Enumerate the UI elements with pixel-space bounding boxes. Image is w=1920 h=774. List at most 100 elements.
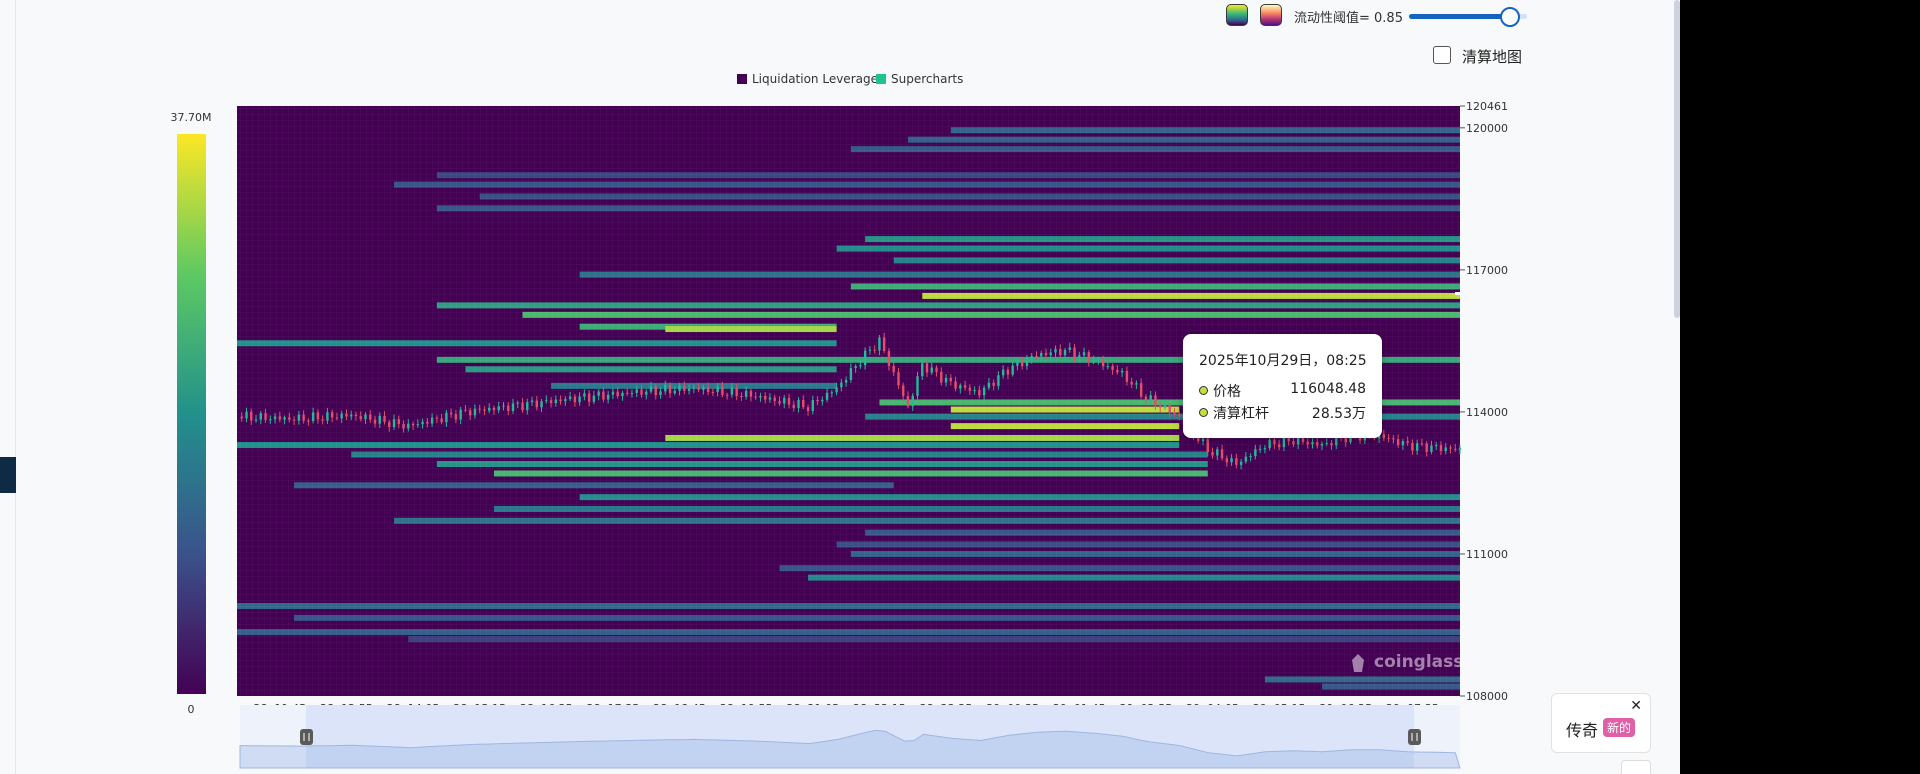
scroller-right-handle[interactable]	[1408, 729, 1421, 745]
candle-body	[702, 387, 705, 390]
candle-body	[1201, 439, 1205, 442]
candle-body	[311, 412, 315, 421]
candle-body	[621, 392, 624, 397]
candle-body	[1396, 439, 1400, 446]
candle-body	[392, 419, 396, 428]
legend-label-liquidation: Liquidation Leverage	[752, 72, 878, 86]
candle-body	[278, 416, 282, 420]
y-tick-label: 120461	[1466, 100, 1508, 113]
candle-body	[683, 385, 686, 391]
candle-body	[1059, 348, 1062, 356]
candle-body	[692, 387, 696, 389]
candle-body	[288, 417, 291, 420]
candle-body	[635, 389, 638, 393]
candle-body	[1087, 352, 1091, 362]
candle-body	[764, 395, 767, 400]
candle-body	[464, 409, 467, 411]
candle-body	[1125, 370, 1129, 382]
candle-body	[816, 400, 819, 402]
candle-body	[378, 415, 381, 424]
candle-body	[1273, 439, 1276, 445]
candle-body	[554, 399, 558, 404]
candle-body	[383, 415, 386, 422]
legend-feature-widget[interactable]: ✕ 传奇 新的	[1551, 693, 1651, 753]
candle-body	[1425, 443, 1428, 452]
candle-body	[687, 388, 691, 391]
candle-body	[997, 375, 1000, 386]
candle-body	[426, 421, 429, 424]
candle-body	[835, 387, 838, 393]
candle-body	[488, 407, 491, 411]
candle-body	[645, 391, 648, 395]
candle-body	[1154, 395, 1157, 406]
candle-body	[954, 381, 957, 389]
candle-body	[806, 407, 810, 412]
candle-body	[1082, 352, 1086, 356]
candle-body	[906, 396, 910, 407]
legend-swatch-supercharts[interactable]	[876, 74, 886, 84]
candle-body	[673, 390, 677, 394]
candle-body	[1139, 383, 1143, 397]
candle-body	[1149, 395, 1152, 400]
close-icon[interactable]: ✕	[1630, 698, 1642, 714]
legend-swatch-liquidation[interactable]	[737, 74, 747, 84]
time-range-scroller[interactable]	[239, 705, 1461, 769]
candle-body	[416, 424, 420, 426]
chart-legend: Liquidation Leverage Supercharts	[737, 72, 963, 86]
candle-body	[1106, 366, 1110, 368]
tooltip-price-label: 价格	[1213, 384, 1241, 400]
candle-body	[711, 392, 715, 394]
candle-body	[640, 389, 643, 395]
tooltip-leverage-dot-icon	[1199, 408, 1208, 417]
candle-body	[678, 385, 681, 391]
candle-body	[630, 392, 634, 394]
candle-body	[1263, 448, 1267, 450]
candle-body	[1211, 452, 1214, 456]
candle-body	[973, 390, 976, 392]
candle-body	[1044, 353, 1048, 356]
candle-body	[1178, 413, 1181, 417]
candle-body	[1030, 355, 1033, 360]
candle-body	[1325, 443, 1328, 445]
candle-body	[388, 421, 391, 428]
y-tick-label: 120000	[1466, 122, 1508, 135]
tooltip-leverage-value: 28.53万	[1311, 406, 1366, 422]
colorbar-gradient[interactable]	[177, 134, 206, 694]
candle-body	[1001, 369, 1005, 376]
candle-body	[1439, 445, 1443, 452]
candle-body	[873, 349, 876, 351]
candle-body	[1249, 455, 1252, 457]
candle-body	[916, 376, 919, 396]
candle-body	[1230, 458, 1233, 463]
candle-body	[549, 400, 553, 404]
candle-body	[911, 395, 914, 407]
candle-body	[483, 409, 486, 411]
candle-body	[1163, 405, 1167, 408]
candle-body	[316, 412, 320, 420]
scroller-left-handle[interactable]	[300, 729, 313, 745]
candle-body	[321, 419, 324, 421]
candle-body	[421, 421, 424, 425]
candle-body	[978, 390, 981, 396]
candle-body	[540, 401, 543, 408]
candle-body	[987, 382, 991, 388]
corner-tab[interactable]	[1621, 760, 1651, 774]
scroller-right-handle-grip[interactable]	[1408, 729, 1421, 745]
candle-body	[863, 350, 867, 366]
candle-body	[1035, 355, 1038, 357]
candle-body	[1420, 443, 1424, 445]
scroller-left-handle-grip[interactable]	[300, 729, 313, 745]
candle-body	[1344, 437, 1347, 443]
candle-body	[269, 419, 272, 421]
candle-body	[1301, 437, 1305, 442]
candle-body	[1411, 442, 1414, 451]
candle-body	[273, 416, 277, 420]
candle-body	[1130, 381, 1133, 385]
candle-body	[968, 387, 972, 391]
candle-body	[292, 419, 296, 421]
candle-body	[854, 366, 857, 369]
candle-body	[759, 395, 762, 398]
candle-body	[783, 397, 786, 404]
candle-body	[1282, 437, 1286, 448]
candle-body	[902, 385, 905, 397]
